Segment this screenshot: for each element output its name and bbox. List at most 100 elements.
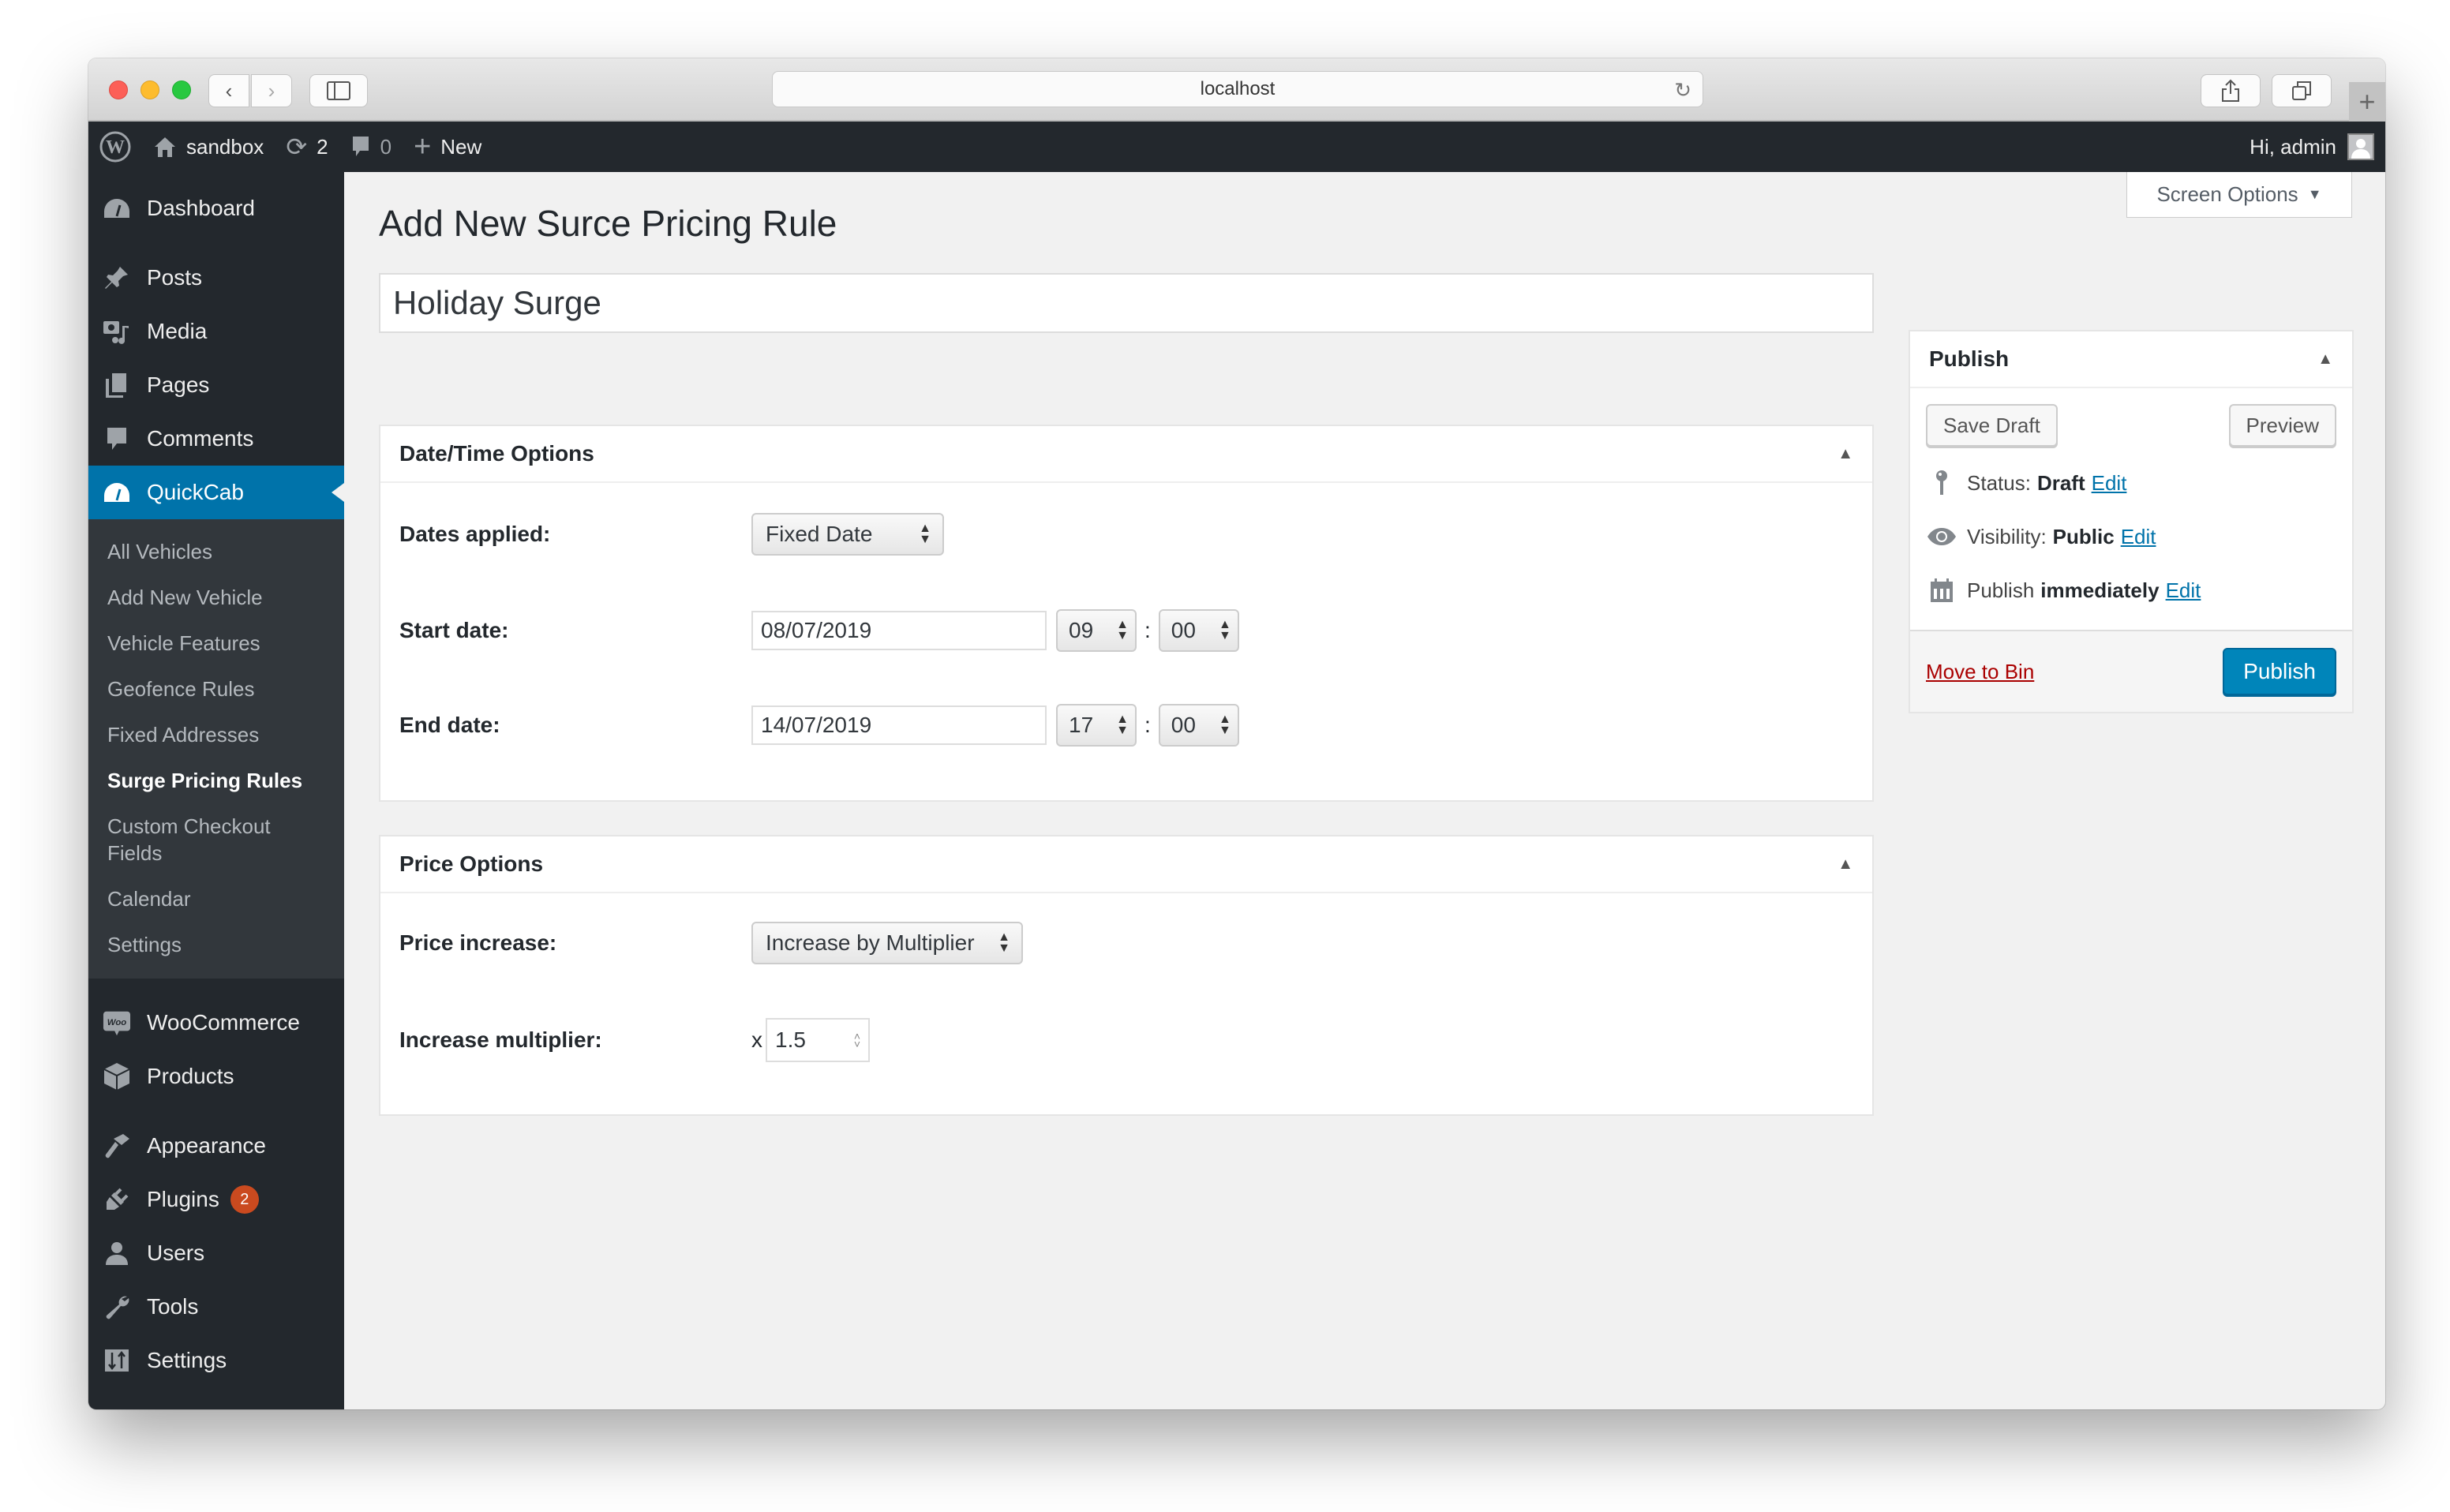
sidebar-toggle-button[interactable] <box>309 74 368 107</box>
sidebar-item-tools[interactable]: Tools <box>88 1280 344 1334</box>
submenu-item-add-new-vehicle[interactable]: Add New Vehicle <box>88 574 344 620</box>
submenu-item-settings[interactable]: Settings <box>88 922 344 967</box>
post-title-value: Holiday Surge <box>393 284 601 321</box>
sidebar-item-dashboard[interactable]: Dashboard <box>88 182 344 235</box>
multiplier-input[interactable]: 1.5 ˄ ˅ <box>766 1018 870 1062</box>
sidebar-item-media[interactable]: Media <box>88 305 344 358</box>
start-hour-select[interactable]: 09 ▲ ▼ <box>1056 609 1137 652</box>
edit-status-link[interactable]: Edit <box>2092 471 2127 496</box>
minimize-window-button[interactable] <box>140 80 159 99</box>
submenu-item-vehicle-features[interactable]: Vehicle Features <box>88 620 344 666</box>
sidebar-item-settings[interactable]: Settings <box>88 1334 344 1387</box>
edit-schedule-link[interactable]: Edit <box>2166 578 2201 603</box>
sidebar-item-pages[interactable]: Pages <box>88 358 344 412</box>
edit-visibility-link[interactable]: Edit <box>2121 525 2156 549</box>
price-increase-row: Price increase: Increase by Multiplier ▲… <box>399 922 1023 964</box>
price-options-header[interactable]: Price Options ▲ <box>380 836 1872 893</box>
new-tab-button[interactable]: + <box>2349 82 2385 122</box>
address-bar[interactable]: localhost ↻ <box>772 71 1703 107</box>
sidebar-item-label: Comments <box>147 426 254 451</box>
schedule-value: immediately <box>2040 578 2160 602</box>
submenu-item-geofence-rules[interactable]: Geofence Rules <box>88 666 344 712</box>
publish-header[interactable]: Publish ▲ <box>1910 331 2352 388</box>
sidebar-item-posts[interactable]: Posts <box>88 251 344 305</box>
wordpress-logo-icon: W <box>99 131 131 163</box>
dates-applied-select[interactable]: Fixed Date ▲ ▼ <box>751 513 944 556</box>
sidebar-item-plugins[interactable]: Plugins 2 <box>88 1173 344 1226</box>
home-icon <box>153 135 177 159</box>
pin-icon <box>103 264 131 292</box>
sidebar-item-appearance[interactable]: Appearance <box>88 1119 344 1173</box>
move-to-bin-link[interactable]: Move to Bin <box>1926 660 2034 684</box>
my-account-menu[interactable]: Hi, admin <box>2238 122 2385 172</box>
comments-menu[interactable]: 0 <box>339 122 403 172</box>
misc-publishing-actions: Status: Draft Edit Visibility: Public Ed… <box>1910 447 2352 630</box>
reload-icon[interactable]: ↻ <box>1674 78 1691 103</box>
brush-icon <box>103 1132 131 1160</box>
tabs-overview-button[interactable] <box>2272 74 2332 107</box>
end-minute-value: 00 <box>1171 713 1196 737</box>
submenu-item-calendar[interactable]: Calendar <box>88 876 344 922</box>
updates-menu[interactable]: ⟳ 2 <box>275 122 339 172</box>
pin-icon <box>1926 470 1957 496</box>
submenu-item-all-vehicles[interactable]: All Vehicles <box>88 529 344 574</box>
submenu-item-surge-pricing-rules[interactable]: Surge Pricing Rules <box>88 758 344 803</box>
new-content-menu[interactable]: + New <box>403 122 493 172</box>
site-name-menu[interactable]: sandbox <box>142 122 275 172</box>
back-button[interactable]: ‹ <box>208 74 249 107</box>
sidebar-item-quickcab[interactable]: QuickCab <box>88 466 344 519</box>
preview-button[interactable]: Preview <box>2228 404 2336 447</box>
sidebar-item-label: Users <box>147 1241 205 1265</box>
chevron-right-icon: › <box>268 78 275 103</box>
submenu-item-fixed-addresses[interactable]: Fixed Addresses <box>88 712 344 758</box>
sidebar-item-comments[interactable]: Comments <box>88 412 344 466</box>
price-increase-select[interactable]: Increase by Multiplier ▲ ▼ <box>751 922 1023 964</box>
collapse-toggle-icon[interactable]: ▲ <box>1838 445 1853 463</box>
collapse-toggle-icon[interactable]: ▲ <box>2317 350 2333 369</box>
sidebar-item-products[interactable]: Products <box>88 1050 344 1103</box>
price-increase-label: Price increase: <box>399 930 557 955</box>
wp-logo-menu[interactable]: W <box>88 122 142 172</box>
start-date-label: Start date: <box>399 618 509 642</box>
schedule-label: Publish <box>1967 578 2035 602</box>
sidebar-item-users[interactable]: Users <box>88 1226 344 1280</box>
save-draft-button[interactable]: Save Draft <box>1926 404 2058 447</box>
submenu-item-custom-checkout-fields[interactable]: Custom Checkout Fields <box>88 803 294 876</box>
plus-icon: + <box>2358 85 2376 118</box>
share-button[interactable] <box>2201 74 2261 107</box>
datetime-options-header[interactable]: Date/Time Options ▲ <box>380 426 1872 483</box>
end-hour-select[interactable]: 17 ▲ ▼ <box>1056 704 1137 747</box>
sidebar-item-label: Posts <box>147 265 203 290</box>
multiplier-row: Increase multiplier: x 1.5 ˄ ˅ <box>399 1018 870 1062</box>
sidebar-item-label: Products <box>147 1064 234 1088</box>
major-publishing-actions: Move to Bin Publish <box>1910 630 2352 712</box>
post-title-input[interactable]: Holiday Surge <box>379 273 1874 333</box>
dates-applied-value: Fixed Date <box>766 522 873 546</box>
start-date-input[interactable]: 08/07/2019 <box>751 611 1047 650</box>
start-date-value: 08/07/2019 <box>761 618 872 642</box>
screen-options-label: Screen Options <box>2156 182 2298 206</box>
select-arrows-icon: ▲ ▼ <box>998 930 1010 955</box>
sidebar-item-label: Dashboard <box>147 196 255 220</box>
close-window-button[interactable] <box>109 80 128 99</box>
screen-options-button[interactable]: Screen Options ▼ <box>2126 172 2352 218</box>
start-minute-value: 00 <box>1171 618 1196 642</box>
collapse-toggle-icon[interactable]: ▲ <box>1838 855 1853 874</box>
multiplier-label: Increase multiplier: <box>399 1027 602 1052</box>
forward-button[interactable]: › <box>251 74 292 107</box>
multiplier-prefix: x <box>751 1027 762 1052</box>
comment-icon <box>103 425 131 453</box>
publish-button[interactable]: Publish <box>2223 648 2336 695</box>
end-date-input[interactable]: 14/07/2019 <box>751 705 1047 745</box>
page-title: Add New Surce Pricing Rule <box>379 203 837 244</box>
end-minute-select[interactable]: 00 ▲ ▼ <box>1158 704 1239 747</box>
sidebar-item-woocommerce[interactable]: Woo WooCommerce <box>88 996 344 1050</box>
updates-count: 2 <box>317 134 328 159</box>
start-minute-select[interactable]: 00 ▲ ▼ <box>1158 609 1239 652</box>
select-arrows-icon: ▲ ▼ <box>1218 618 1231 642</box>
maximize-window-button[interactable] <box>172 80 191 99</box>
end-date-value: 14/07/2019 <box>761 713 872 737</box>
price-options-box: Price Options ▲ Price increase: Increase… <box>379 835 1874 1116</box>
number-spinner-icon[interactable]: ˄ ˅ <box>854 1031 860 1050</box>
status-row: Status: Draft Edit <box>1926 456 2336 510</box>
